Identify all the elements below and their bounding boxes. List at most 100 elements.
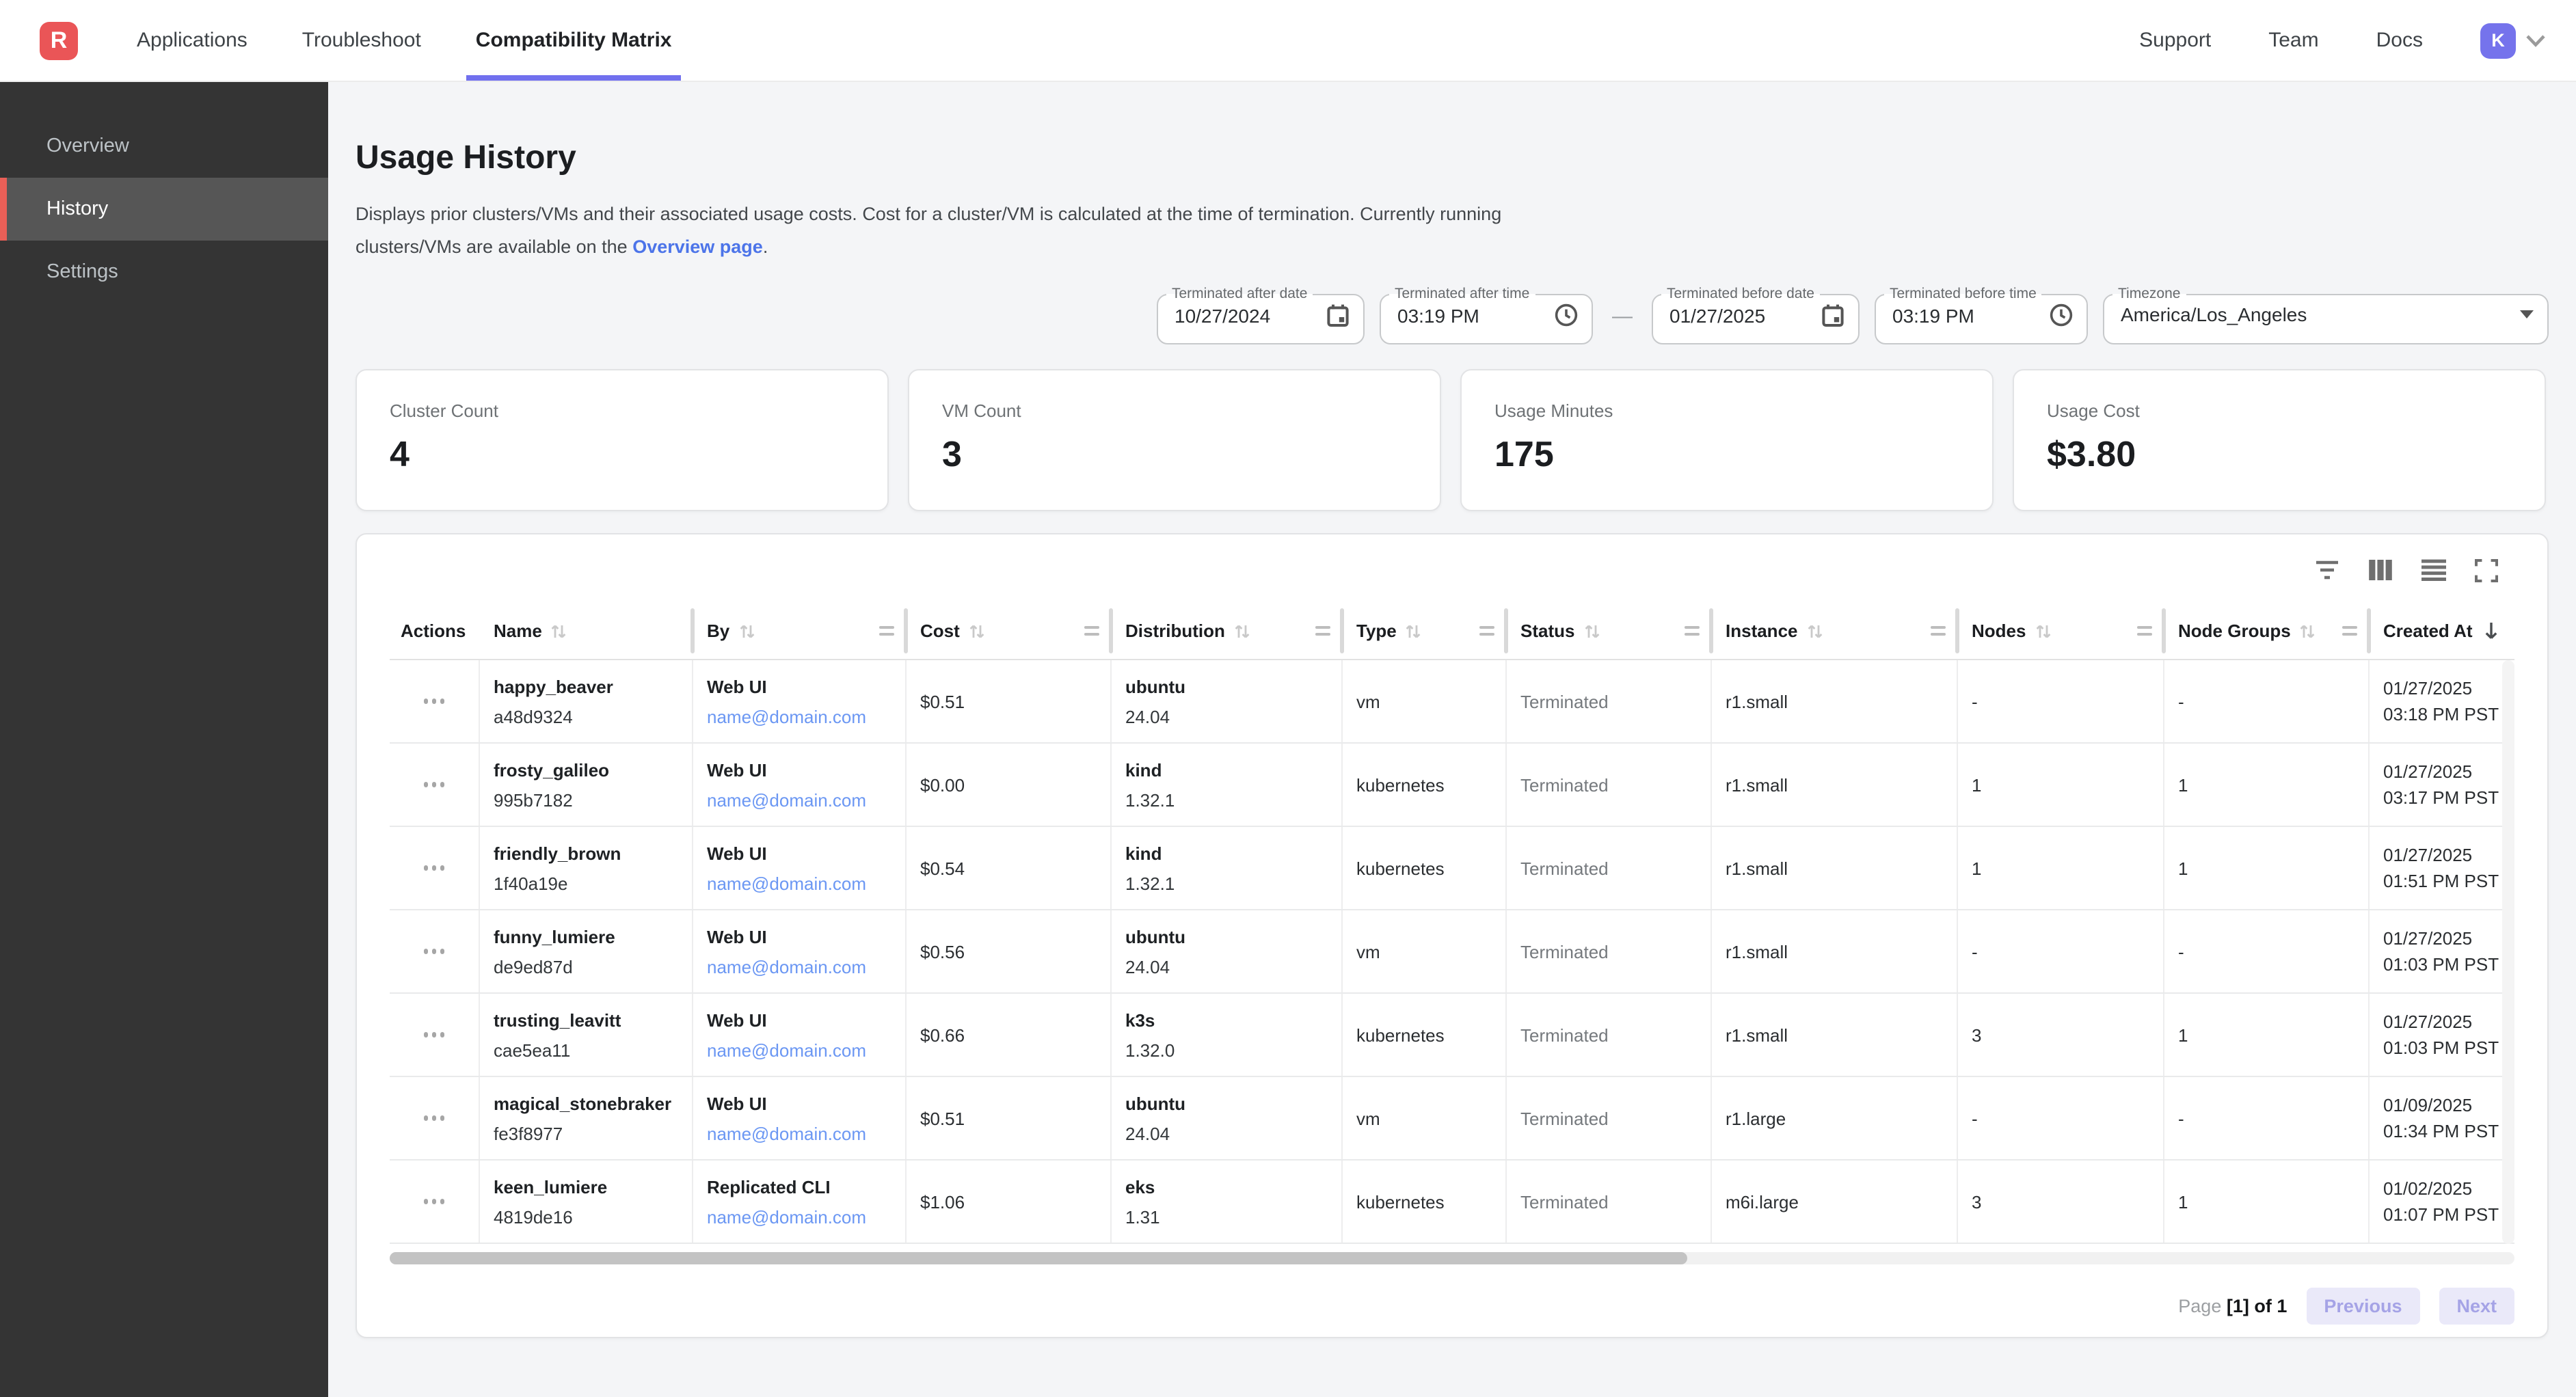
next-page-button[interactable]: Next — [2439, 1288, 2514, 1325]
email-link[interactable]: name@domain.com — [707, 870, 905, 896]
sort-icon[interactable] — [1405, 621, 1423, 640]
table-row[interactable]: trusting_leavittcae5ea11 Web UIname@doma… — [390, 994, 2514, 1077]
email-link[interactable]: name@domain.com — [707, 1037, 905, 1063]
column-resize-icon[interactable] — [1084, 626, 1099, 636]
caret-down-icon[interactable] — [2520, 310, 2534, 318]
terminated-before-date-field[interactable]: Terminated before date 01/27/2025 — [1652, 287, 1860, 344]
column-resize-icon[interactable] — [2342, 626, 2357, 636]
sort-icon[interactable] — [738, 621, 755, 640]
density-button[interactable] — [2421, 558, 2446, 582]
horizontal-scrollbar-thumb[interactable] — [390, 1252, 1687, 1264]
terminated-before-time-value[interactable]: 03:19 PM — [1892, 304, 1974, 326]
cell-distribution: ubuntu24.04 — [1112, 1077, 1343, 1159]
column-resize-icon[interactable] — [1931, 626, 1946, 636]
sort-icon[interactable] — [2034, 621, 2052, 640]
description-period: . — [763, 236, 768, 257]
horizontal-scrollbar[interactable] — [390, 1252, 2514, 1264]
sort-icon[interactable] — [2299, 621, 2317, 640]
stat-value: 4 — [390, 433, 855, 476]
column-header-instance[interactable]: Instance — [1712, 603, 1958, 659]
row-actions-button[interactable] — [390, 1161, 480, 1243]
column-resize-icon[interactable] — [2137, 626, 2152, 636]
filter-bar: Terminated after date 10/27/2024 Termina… — [355, 287, 2549, 344]
terminated-after-date-value[interactable]: 10/27/2024 — [1175, 305, 1270, 327]
row-actions-button[interactable] — [390, 660, 480, 742]
column-label: Instance — [1726, 621, 1798, 641]
sort-icon[interactable] — [1806, 621, 1824, 640]
table-row[interactable]: magical_stonebrakerfe3f8977 Web UIname@d… — [390, 1077, 2514, 1161]
nav-tab-compatibility-matrix[interactable]: Compatibility Matrix — [476, 0, 672, 81]
overview-page-link[interactable]: Overview page — [632, 236, 763, 257]
sort-icon[interactable] — [1583, 621, 1600, 640]
nav-tab-troubleshoot[interactable]: Troubleshoot — [302, 0, 421, 81]
timezone-select[interactable]: Timezone America/Los_Angeles — [2103, 287, 2549, 344]
table-row[interactable]: happy_beavera48d9324 Web UIname@domain.c… — [390, 660, 2514, 744]
app-logo[interactable]: R — [40, 21, 78, 59]
column-header-status[interactable]: Status — [1507, 603, 1712, 659]
column-resize-icon[interactable] — [1479, 626, 1494, 636]
cell-nodes: 1 — [1958, 827, 2164, 909]
row-actions-button[interactable] — [390, 1077, 480, 1159]
nav-link-team[interactable]: Team — [2268, 29, 2318, 52]
sort-icon[interactable] — [968, 621, 986, 640]
column-resize-icon[interactable] — [1685, 626, 1700, 636]
row-actions-button[interactable] — [390, 910, 480, 992]
stat-card-usage-cost: Usage Cost $3.80 — [2013, 369, 2546, 511]
email-link[interactable]: name@domain.com — [707, 787, 905, 813]
table-row[interactable]: keen_lumiere4819de16 Replicated CLIname@… — [390, 1161, 2514, 1244]
previous-page-button[interactable]: Previous — [2306, 1288, 2419, 1325]
terminated-after-date-field[interactable]: Terminated after date 10/27/2024 — [1157, 287, 1365, 344]
column-header-node-groups[interactable]: Node Groups — [2164, 603, 2370, 659]
timezone-value[interactable]: America/Los_Angeles — [2121, 303, 2307, 325]
table-row[interactable]: friendly_brown1f40a19e Web UIname@domain… — [390, 827, 2514, 910]
sort-desc-icon[interactable] — [2482, 621, 2501, 641]
nav-link-support[interactable]: Support — [2139, 29, 2211, 52]
email-link[interactable]: name@domain.com — [707, 1204, 905, 1230]
cell-created-at: 01/02/202501:07 PM PST — [2370, 1161, 2517, 1243]
account-menu[interactable]: K — [2480, 23, 2546, 58]
column-header-cost[interactable]: Cost — [907, 603, 1112, 659]
sidebar-item-settings[interactable]: Settings — [0, 241, 328, 303]
row-actions-button[interactable] — [390, 827, 480, 909]
column-header-by[interactable]: By — [693, 603, 907, 659]
terminated-after-time-field[interactable]: Terminated after time 03:19 PM — [1380, 287, 1593, 344]
column-header-name[interactable]: Name — [480, 603, 693, 659]
clock-icon[interactable] — [2050, 303, 2073, 327]
date-range-separator: — — [1608, 304, 1637, 327]
column-header-created-at[interactable]: Created At — [2370, 603, 2517, 659]
column-resize-icon[interactable] — [879, 626, 894, 636]
email-link[interactable]: name@domain.com — [707, 953, 905, 979]
terminated-after-time-value[interactable]: 03:19 PM — [1397, 304, 1479, 326]
app-root: R Applications Troubleshoot Compatibilit… — [0, 0, 2576, 1397]
columns-button[interactable] — [2368, 558, 2393, 582]
nav-tab-applications[interactable]: Applications — [137, 0, 247, 81]
vertical-scrollbar-track[interactable] — [2502, 660, 2514, 1244]
calendar-icon[interactable] — [1821, 303, 1844, 328]
email-link[interactable]: name@domain.com — [707, 1120, 905, 1146]
avatar[interactable]: K — [2480, 23, 2516, 58]
column-header-type[interactable]: Type — [1343, 603, 1507, 659]
sort-icon[interactable] — [1233, 621, 1251, 640]
terminated-before-date-value[interactable]: 01/27/2025 — [1669, 305, 1765, 327]
nav-link-docs[interactable]: Docs — [2376, 29, 2423, 52]
terminated-before-time-field[interactable]: Terminated before time 03:19 PM — [1875, 287, 2088, 344]
sort-icon[interactable] — [550, 621, 568, 640]
email-link[interactable]: name@domain.com — [707, 703, 905, 729]
filter-button[interactable] — [2315, 558, 2339, 582]
cell-status: Terminated — [1507, 1161, 1712, 1243]
clock-icon[interactable] — [1555, 303, 1578, 327]
row-actions-button[interactable] — [390, 994, 480, 1076]
table-row[interactable]: funny_lumierede9ed87d Web UIname@domain.… — [390, 910, 2514, 994]
sidebar-item-overview[interactable]: Overview — [0, 115, 328, 178]
row-actions-button[interactable] — [390, 744, 480, 826]
column-resize-icon[interactable] — [1315, 626, 1330, 636]
fullscreen-icon — [2475, 558, 2498, 582]
fullscreen-button[interactable] — [2475, 558, 2498, 582]
column-header-nodes[interactable]: Nodes — [1958, 603, 2164, 659]
column-header-distribution[interactable]: Distribution — [1112, 603, 1343, 659]
calendar-icon[interactable] — [1326, 303, 1350, 328]
page-value: [1] of 1 — [2227, 1296, 2287, 1316]
sidebar-item-history[interactable]: History — [0, 178, 328, 241]
table-row[interactable]: frosty_galileo995b7182 Web UIname@domain… — [390, 744, 2514, 827]
cell-cost: $0.66 — [907, 994, 1112, 1076]
